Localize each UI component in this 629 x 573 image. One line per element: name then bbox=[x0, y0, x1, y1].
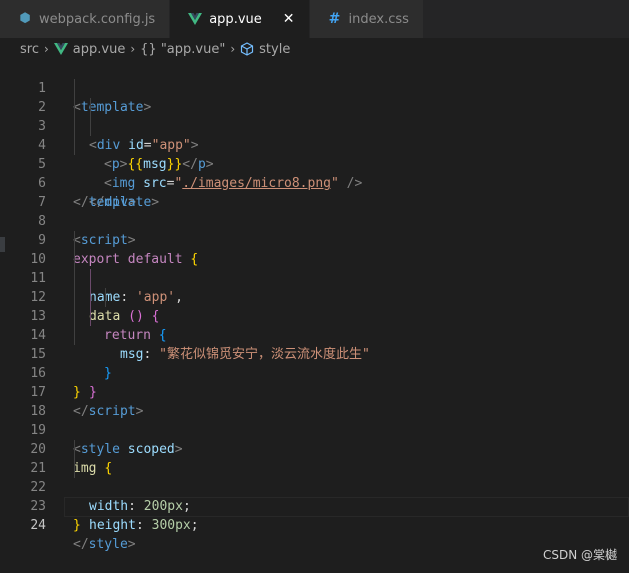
tab-index-css[interactable]: # index.css bbox=[309, 0, 424, 38]
code-line: 20 img { bbox=[0, 421, 629, 476]
code-line: 13 msg: "繁花似锦觅安宁，淡云流水度此生" bbox=[0, 288, 629, 362]
webpack-icon: ⬢ bbox=[19, 11, 31, 26]
close-icon[interactable]: ✕ bbox=[283, 11, 295, 27]
code-line: 2 <div id="app"> bbox=[0, 79, 629, 153]
code-line: 16 } bbox=[0, 345, 629, 400]
code-line: 6 </template> bbox=[0, 155, 629, 210]
tab-webpack-config[interactable]: ⬢ webpack.config.js bbox=[0, 0, 171, 38]
watermark: CSDN @棠樾 bbox=[542, 548, 617, 562]
tab-bar: ⬢ webpack.config.js app.vue ✕ # index.cs… bbox=[0, 0, 629, 38]
css-property: height bbox=[89, 518, 136, 533]
tag-bracket: > bbox=[127, 537, 136, 552]
code-line: 19 <style scoped> bbox=[0, 402, 629, 457]
code-line: 10 name: 'app', bbox=[0, 231, 629, 305]
code-line: 8 <script> bbox=[0, 193, 629, 248]
chevron-right-icon: › bbox=[230, 42, 236, 56]
semicolon: ; bbox=[190, 518, 199, 533]
breadcrumb-folder[interactable]: src bbox=[20, 42, 39, 57]
breadcrumb-symbol[interactable]: style bbox=[259, 42, 290, 57]
line-number: 24 bbox=[30, 518, 46, 533]
breadcrumb: src › app.vue › {} "app.vue" › style bbox=[0, 38, 629, 60]
code-line: 23 } bbox=[0, 478, 629, 533]
css-hash-icon: # bbox=[328, 11, 341, 27]
tab-label: index.css bbox=[348, 11, 409, 27]
code-line: 17 </script> bbox=[0, 364, 629, 419]
code-line: 7 bbox=[0, 174, 629, 210]
code-line: 14 } bbox=[0, 307, 629, 381]
css-value: 300px bbox=[151, 518, 191, 533]
chevron-right-icon: › bbox=[130, 42, 136, 56]
breadcrumb-file[interactable]: app.vue bbox=[73, 42, 126, 57]
cube-symbol-icon bbox=[241, 42, 254, 56]
tab-label: webpack.config.js bbox=[39, 11, 156, 27]
code-line: 15 } bbox=[0, 326, 629, 400]
code-line: 12 return { bbox=[0, 269, 629, 343]
code-line: 4 <img src="./images/micro8.png" /> bbox=[0, 117, 629, 191]
colon: : bbox=[135, 518, 152, 533]
code-line: 3 <p>{{msg}}</p> bbox=[0, 98, 629, 172]
tab-app-vue[interactable]: app.vue ✕ bbox=[170, 0, 310, 38]
vue-icon bbox=[53, 43, 68, 55]
tag-bracket: </ bbox=[73, 537, 89, 552]
code-line: 18 bbox=[0, 383, 629, 419]
tag-name: style bbox=[88, 537, 128, 552]
code-line-current: 24 </style> bbox=[0, 497, 629, 552]
code-line: 9 export default { bbox=[0, 212, 629, 267]
brace: } bbox=[73, 518, 81, 533]
breadcrumb-section[interactable]: {} "app.vue" bbox=[140, 42, 225, 57]
tab-label: app.vue bbox=[209, 11, 262, 27]
code-line: 22 height: 300px; bbox=[0, 459, 629, 533]
code-line: 11 data () { bbox=[0, 250, 629, 324]
chevron-right-icon: › bbox=[43, 42, 49, 56]
code-editor[interactable]: 1 <template> 2 <div id="app"> 3 <p>{{msg… bbox=[0, 60, 629, 572]
vue-icon bbox=[188, 13, 203, 25]
code-line: 21 width: 200px; bbox=[0, 440, 629, 514]
code-line: 5 </div> bbox=[0, 136, 629, 210]
code-line: 1 <template> bbox=[0, 60, 629, 115]
